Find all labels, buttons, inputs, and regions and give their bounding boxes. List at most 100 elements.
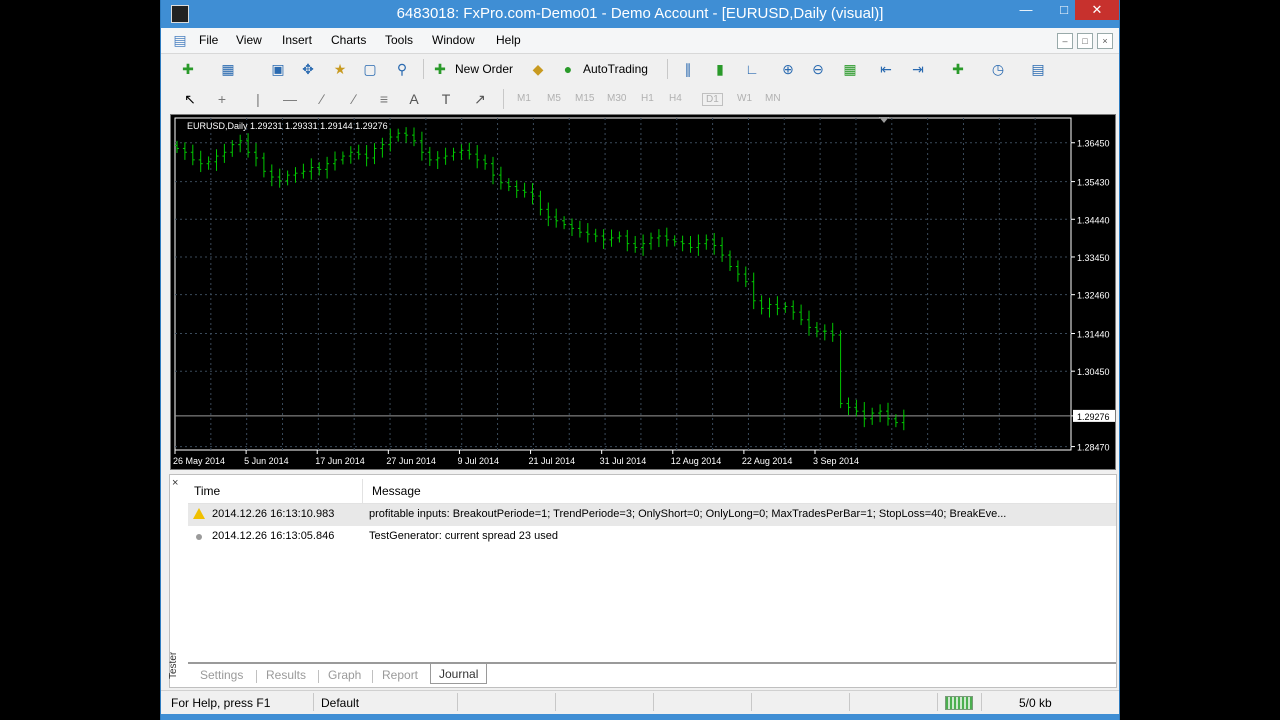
menu-charts[interactable]: Charts <box>331 33 366 47</box>
tile-windows-icon[interactable]: ▦ <box>841 60 859 78</box>
navigator-icon[interactable]: ★ <box>331 60 349 78</box>
chart-shift-marker <box>879 117 889 123</box>
standard-toolbar: ✚ ▦ ▣ ✥ ★ ▢ ⚲ ✚ New Order ◆ ● AutoTradin… <box>161 54 1119 84</box>
text-icon[interactable]: A <box>405 90 423 108</box>
crosshair-icon[interactable]: + <box>213 90 231 108</box>
tab-separator <box>256 670 257 683</box>
menu-insert[interactable]: Insert <box>282 33 312 47</box>
date-label: 12 Aug 2014 <box>671 456 722 466</box>
line-chart-icon[interactable]: ∟ <box>743 60 761 78</box>
panel-close-icon[interactable]: × <box>172 477 178 489</box>
line-studies-toolbar: ↖ + | — ∕ ∕ ≡ A T ↗ M1 M5 M15 M30 H1 H4 … <box>161 84 1119 114</box>
timeframe-mn[interactable]: MN <box>765 93 781 104</box>
templates-icon[interactable]: ▤ <box>1029 60 1047 78</box>
status-separator <box>751 693 752 711</box>
timeframe-w1[interactable]: W1 <box>737 93 752 104</box>
tab-separator <box>318 670 319 683</box>
equidistant-channel-icon[interactable]: ∕ <box>345 90 363 108</box>
chart-shift-icon[interactable]: ⇤ <box>877 60 895 78</box>
arrows-icon[interactable]: ↗ <box>471 90 489 108</box>
periods-icon[interactable]: ◷ <box>989 60 1007 78</box>
timeframe-m1[interactable]: M1 <box>517 93 531 104</box>
text-label-icon[interactable]: T <box>437 90 455 108</box>
status-separator <box>981 693 982 711</box>
date-label: 27 Jun 2014 <box>386 456 436 466</box>
date-label: 22 Aug 2014 <box>742 456 793 466</box>
close-button[interactable]: ✕ <box>1075 0 1119 20</box>
price-label: 1.35430 <box>1077 178 1110 188</box>
status-separator <box>313 693 314 711</box>
tab-settings[interactable]: Settings <box>200 668 243 682</box>
minimize-button[interactable]: — <box>1007 0 1045 20</box>
data-window-icon[interactable]: ✥ <box>299 60 317 78</box>
market-watch-icon[interactable]: ▣ <box>269 60 287 78</box>
menu-window[interactable]: Window <box>432 33 475 47</box>
autotrading-button[interactable]: AutoTrading <box>583 62 648 76</box>
price-label: 1.31440 <box>1077 329 1110 339</box>
status-separator <box>555 693 556 711</box>
indicators-icon[interactable]: ✚ <box>949 60 967 78</box>
mdi-close-button[interactable]: × <box>1097 33 1113 49</box>
timeframe-h4[interactable]: H4 <box>669 93 682 104</box>
autotrading-icon[interactable]: ● <box>559 60 577 78</box>
zoom-out-icon[interactable]: ⊖ <box>809 60 827 78</box>
new-order-icon[interactable]: ✚ <box>431 60 449 78</box>
timeframe-d1[interactable]: D1 <box>702 93 723 106</box>
mdi-minimize-button[interactable]: – <box>1057 33 1073 49</box>
journal-row[interactable]: 2014.12.26 16:13:10.983 profitable input… <box>188 504 1116 526</box>
tester-panel: × Tester Time Message 2014.12.26 16:13:1… <box>168 474 1117 688</box>
tab-journal[interactable]: Journal <box>430 664 488 684</box>
status-bar: For Help, press F1 Default 5/0 kb <box>161 690 1119 715</box>
tab-graph[interactable]: Graph <box>328 668 361 682</box>
fibonacci-icon[interactable]: ≡ <box>375 90 393 108</box>
date-label: 21 Jul 2014 <box>529 456 576 466</box>
status-traffic: 5/0 kb <box>1019 696 1052 710</box>
connection-status-icon[interactable] <box>945 696 973 710</box>
mdi-window-icon[interactable]: ▤ <box>171 31 189 49</box>
status-help-text: For Help, press F1 <box>171 696 271 710</box>
price-label: 1.34440 <box>1077 215 1110 225</box>
timeframe-m15[interactable]: M15 <box>575 93 594 104</box>
cursor-icon[interactable]: ↖ <box>181 90 199 108</box>
column-message[interactable]: Message <box>372 484 421 498</box>
journal-row[interactable]: 2014.12.26 16:13:05.846 TestGenerator: c… <box>188 526 1116 548</box>
tab-report[interactable]: Report <box>382 668 418 682</box>
window-title: 6483018: FxPro.com-Demo01 - Demo Account… <box>396 5 884 22</box>
menu-help[interactable]: Help <box>496 33 521 47</box>
horizontal-line-icon[interactable]: — <box>281 90 299 108</box>
metaeditor-icon[interactable]: ◆ <box>529 60 547 78</box>
chart-info-label: EURUSD,Daily 1.29231 1.29331 1.29144 1.2… <box>187 121 388 131</box>
tester-tabs: Settings Results Graph Report Journal <box>188 662 1116 688</box>
date-label: 31 Jul 2014 <box>600 456 647 466</box>
column-time[interactable]: Time <box>194 484 220 498</box>
strategy-tester-icon[interactable]: ⚲ <box>393 60 411 78</box>
price-chart[interactable]: 1.36450 1.35430 1.34440 1.33450 1.32460 1.314… <box>170 114 1116 470</box>
new-order-button[interactable]: New Order <box>455 62 513 76</box>
candlestick-icon[interactable]: ▮ <box>711 60 729 78</box>
status-separator <box>849 693 850 711</box>
vertical-line-icon[interactable]: | <box>249 90 267 108</box>
terminal-icon[interactable]: ▢ <box>361 60 379 78</box>
bar-chart-icon[interactable]: ∥ <box>679 60 697 78</box>
profiles-icon[interactable]: ▦ <box>219 60 237 78</box>
trendline-icon[interactable]: ∕ <box>313 90 331 108</box>
timeframe-m5[interactable]: M5 <box>547 93 561 104</box>
menu-view[interactable]: View <box>236 33 262 47</box>
new-chart-icon[interactable]: ✚ <box>179 60 197 78</box>
window-bottom-border <box>161 714 1119 720</box>
zoom-in-icon[interactable]: ⊕ <box>779 60 797 78</box>
tab-results[interactable]: Results <box>266 668 306 682</box>
row-message: profitable inputs: BreakoutPeriode=1; Tr… <box>369 508 1007 520</box>
toolbar-separator <box>667 59 668 79</box>
menu-tools[interactable]: Tools <box>385 33 413 47</box>
timeframe-m30[interactable]: M30 <box>607 93 626 104</box>
price-label: 1.33450 <box>1077 253 1110 263</box>
mdi-restore-button[interactable]: □ <box>1077 33 1093 49</box>
timeframe-h1[interactable]: H1 <box>641 93 654 104</box>
chart-canvas[interactable]: 1.36450 1.35430 1.34440 1.33450 1.32460 1.314… <box>171 115 1115 469</box>
menu-file[interactable]: File <box>199 33 218 47</box>
column-separator[interactable] <box>362 479 363 503</box>
title-bar[interactable]: 6483018: FxPro.com-Demo01 - Demo Account… <box>161 0 1119 28</box>
warning-icon <box>193 508 205 519</box>
auto-scroll-icon[interactable]: ⇥ <box>909 60 927 78</box>
